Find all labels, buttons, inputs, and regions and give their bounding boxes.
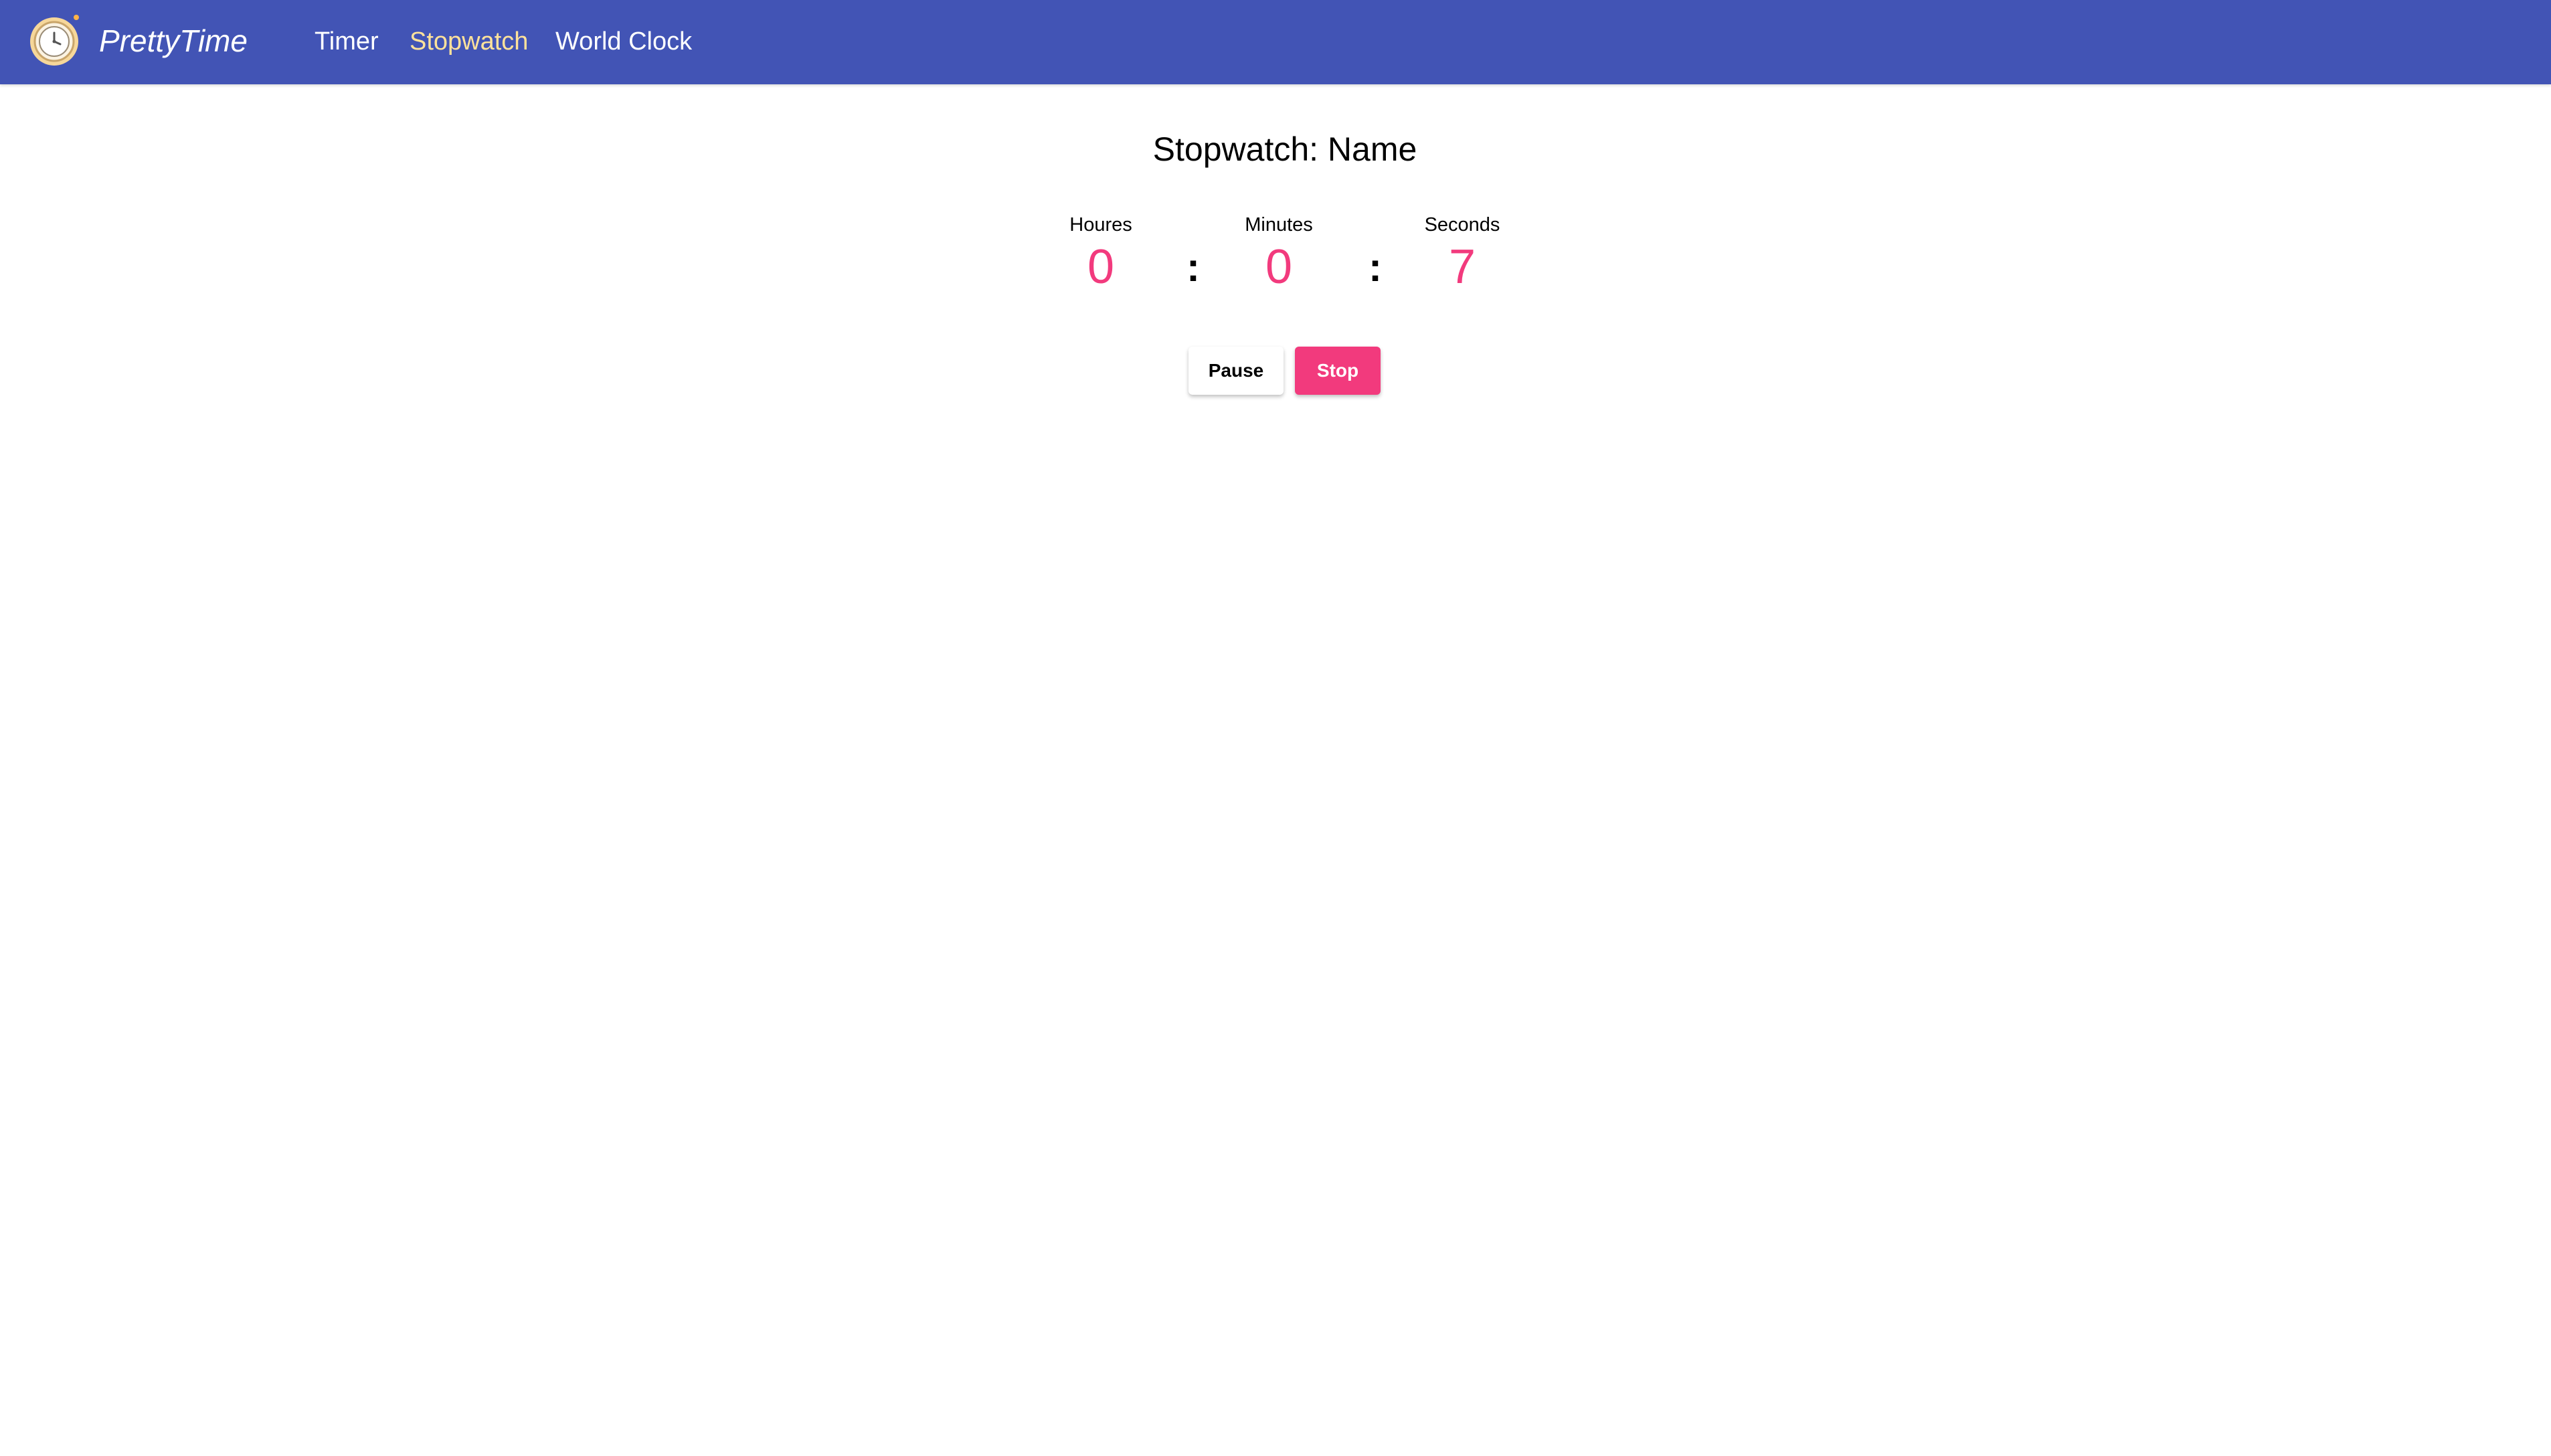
top-navbar: PrettyTime Timer Stopwatch World Clock [0, 0, 2551, 84]
stopwatch-logo-icon[interactable] [28, 13, 82, 67]
nav-link-world-clock[interactable]: World Clock [555, 24, 692, 59]
minutes-column: Minutes 0 [1185, 211, 1373, 297]
app-brand[interactable]: PrettyTime [99, 20, 248, 62]
page-title: Stopwatch: Name [1152, 130, 1417, 168]
nav-link-timer[interactable]: Timer [315, 24, 379, 59]
hours-column: Houres 0 [1007, 211, 1195, 297]
stop-button[interactable]: Stop [1295, 347, 1381, 395]
seconds-value: 7 [1448, 240, 1476, 294]
pause-button[interactable]: Pause [1189, 347, 1284, 395]
minutes-value: 0 [1265, 240, 1293, 294]
seconds-label: Seconds [1424, 214, 1500, 236]
minutes-label: Minutes [1245, 214, 1313, 236]
nav-link-stopwatch[interactable]: Stopwatch [410, 24, 528, 59]
seconds-column: Seconds 7 [1369, 211, 1556, 297]
hours-value: 0 [1087, 240, 1115, 294]
hours-label: Houres [1069, 214, 1132, 236]
